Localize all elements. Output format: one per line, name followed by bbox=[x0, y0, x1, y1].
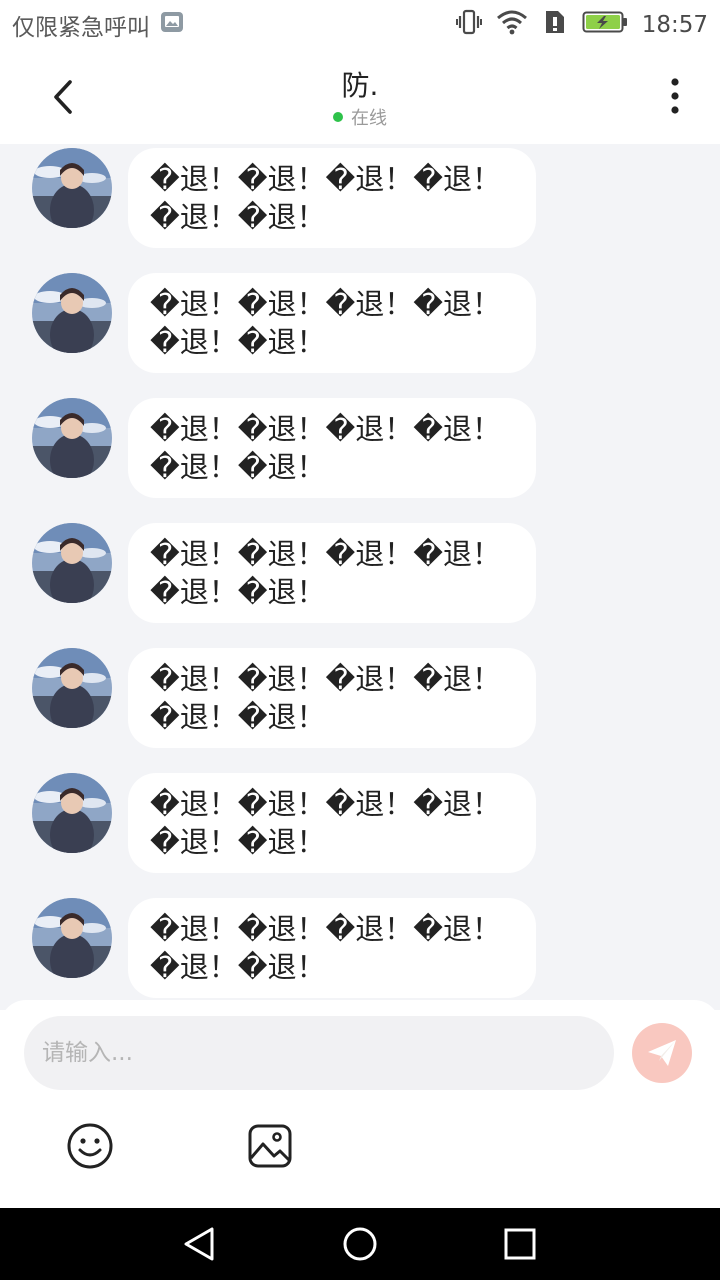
avatar[interactable] bbox=[32, 898, 112, 978]
message-input[interactable] bbox=[24, 1016, 614, 1090]
message-bubble[interactable]: �退！�退！�退！�退！�退！�退！ bbox=[128, 773, 536, 873]
contact-name: 防. bbox=[341, 69, 379, 102]
message-row: �退！�退！�退！�退！�退！�退！ bbox=[0, 769, 720, 873]
message-bubble[interactable]: �退！�退！�退！�退！�退！�退！ bbox=[128, 148, 536, 248]
message-bubble[interactable]: �退！�退！�退！�退！�退！�退！ bbox=[128, 523, 536, 623]
status-bar: 仅限紧急呼叫 18:57 bbox=[0, 0, 720, 50]
clock-time: 18:57 bbox=[641, 12, 708, 38]
message-row: �退！�退！�退！�退！�退！�退！ bbox=[0, 644, 720, 748]
vibrate-icon bbox=[455, 9, 482, 41]
message-list[interactable]: �退！�退！�退！�退！�退！�退！ �退！�退！�退！�退！�退！�退！ �退… bbox=[0, 144, 720, 1010]
message-row: �退！�退！�退！�退！�退！�退！ bbox=[0, 519, 720, 623]
nav-back-icon bbox=[184, 1227, 214, 1261]
send-plane-icon bbox=[648, 1040, 676, 1066]
wifi-icon bbox=[496, 9, 528, 41]
avatar[interactable] bbox=[32, 273, 112, 353]
chat-header: 防. 在线 bbox=[0, 50, 720, 144]
image-notification-icon bbox=[160, 10, 184, 40]
more-options-button[interactable] bbox=[660, 76, 690, 116]
message-bubble[interactable]: �退！�退！�退！�退！�退！�退！ bbox=[128, 273, 536, 373]
nav-recent-icon bbox=[504, 1228, 536, 1260]
message-row: �退！�退！�退！�退！�退！�退！ bbox=[0, 144, 720, 248]
message-row: �退！�退！�退！�退！�退！�退！ bbox=[0, 394, 720, 498]
avatar[interactable] bbox=[32, 523, 112, 603]
message-bubble[interactable]: �退！�退！�退！�退！�退！�退！ bbox=[128, 398, 536, 498]
nav-back-button[interactable] bbox=[180, 1224, 220, 1264]
image-picker-icon bbox=[248, 1124, 292, 1168]
avatar[interactable] bbox=[32, 148, 112, 228]
nav-home-button[interactable] bbox=[340, 1224, 380, 1264]
online-dot-icon bbox=[333, 112, 343, 122]
send-button[interactable] bbox=[632, 1023, 692, 1083]
message-bubble[interactable]: �退！�退！�退！�退！�退！�退！ bbox=[128, 648, 536, 748]
system-nav-bar bbox=[0, 1208, 720, 1280]
battery-charging-icon bbox=[582, 9, 628, 41]
sim-alert-icon bbox=[542, 9, 568, 41]
message-row: �退！�退！�退！�退！�退！�退！ bbox=[0, 269, 720, 373]
avatar[interactable] bbox=[32, 773, 112, 853]
image-picker-button[interactable] bbox=[246, 1122, 294, 1170]
presence-label: 在线 bbox=[351, 108, 387, 129]
presence-status: 在线 bbox=[0, 104, 720, 130]
carrier-text: 仅限紧急呼叫 bbox=[12, 15, 150, 41]
avatar[interactable] bbox=[32, 398, 112, 478]
more-vertical-icon bbox=[671, 78, 679, 114]
composer-panel bbox=[0, 1000, 720, 1208]
avatar[interactable] bbox=[32, 648, 112, 728]
emoji-button[interactable] bbox=[66, 1122, 114, 1170]
nav-recent-button[interactable] bbox=[500, 1224, 540, 1264]
message-bubble[interactable]: �退！�退！�退！�退！�退！�退！ bbox=[128, 898, 536, 998]
nav-home-icon bbox=[343, 1227, 377, 1261]
emoji-icon bbox=[67, 1123, 113, 1169]
message-row: �退！�退！�退！�退！�退！�退！ bbox=[0, 894, 720, 998]
